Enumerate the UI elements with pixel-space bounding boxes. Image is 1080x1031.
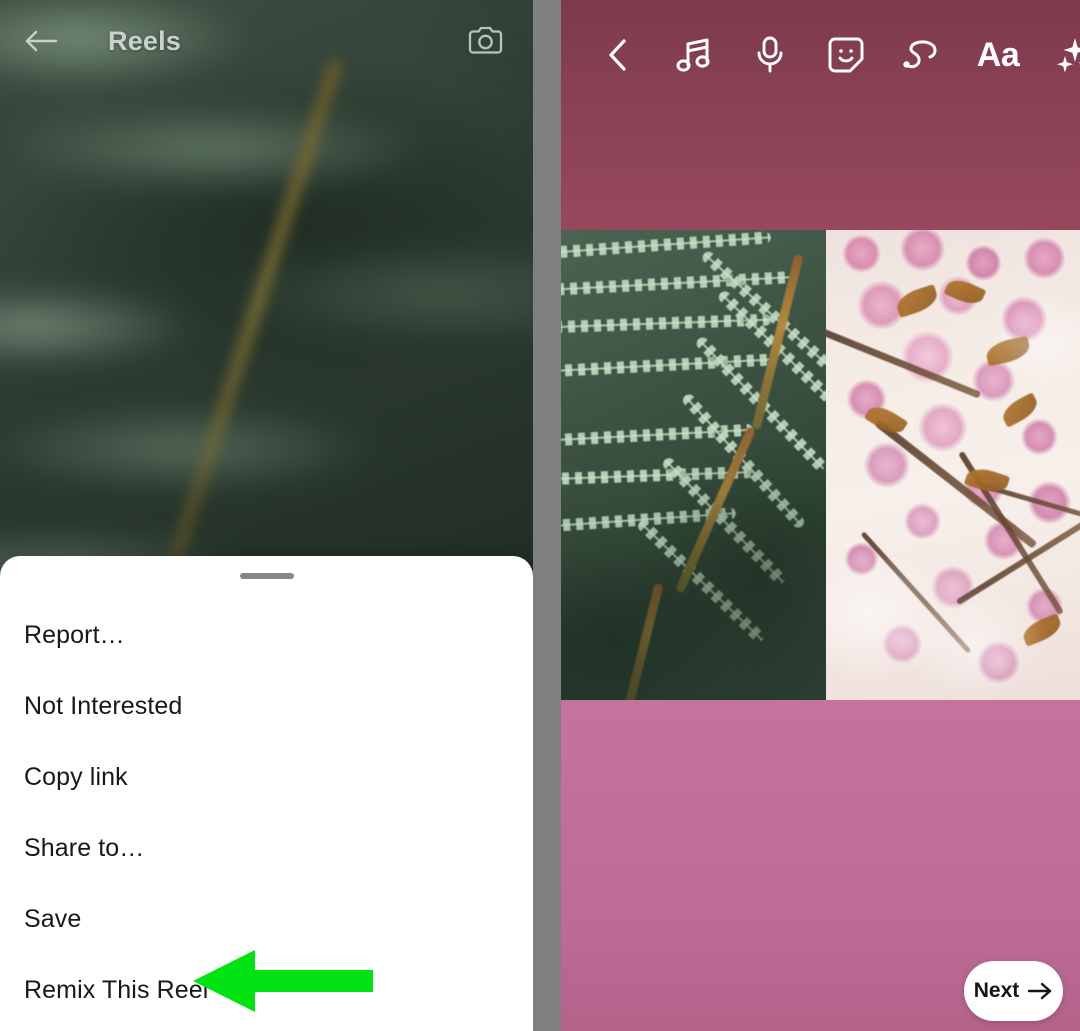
sticker-icon[interactable] [817,26,875,84]
sparkles-icon[interactable] [1045,26,1080,84]
text-icon[interactable]: Aa [969,26,1027,84]
music-note-icon[interactable] [665,26,723,84]
menu-item-report[interactable]: Report… [0,600,533,671]
blossom-clip[interactable] [826,230,1080,700]
drag-handle[interactable] [239,573,294,579]
text-icon-label: Aa [976,35,1020,74]
split-screenshot: Reels Report… Not Interested Copy link S… [0,0,1080,1031]
back-arrow-icon[interactable] [18,18,64,64]
arrow-right-icon [1028,982,1052,1000]
options-menu: Report… Not Interested Copy link Share t… [0,600,533,1026]
fern-shading [561,230,826,700]
editor-toolbar: Aa [561,0,1080,110]
menu-item-label: Save [24,905,82,933]
media-clip-strip [561,230,1080,700]
fern-clip[interactable] [561,230,826,700]
next-button[interactable]: Next [964,961,1063,1021]
menu-item-save[interactable]: Save [0,884,533,955]
menu-item-label: Report… [24,621,125,649]
next-button-label: Next [973,979,1020,1002]
reels-header: Reels [0,0,533,82]
blossom-highlights [826,230,1080,700]
menu-item-label: Not Interested [24,692,183,720]
draw-icon[interactable] [893,26,951,84]
menu-item-remix-this-reel[interactable]: Remix This Reel [0,955,533,1026]
camera-icon[interactable] [463,18,509,64]
panel-divider [533,0,561,1031]
blossom-photo [826,230,1080,700]
menu-item-share-to[interactable]: Share to… [0,813,533,884]
reels-screen: Reels Report… Not Interested Copy link S… [0,0,533,1031]
menu-item-not-interested[interactable]: Not Interested [0,671,533,742]
menu-item-label: Remix This Reel [24,976,209,1004]
fern-photo [561,230,826,700]
page-title: Reels [108,25,182,56]
menu-item-label: Share to… [24,834,145,862]
menu-item-copy-link[interactable]: Copy link [0,742,533,813]
options-bottom-sheet: Report… Not Interested Copy link Share t… [0,556,533,1031]
back-chevron-icon[interactable] [589,26,647,84]
remix-editor-screen: Aa Next [561,0,1080,1031]
menu-item-label: Copy link [24,763,128,791]
microphone-icon[interactable] [741,26,799,84]
